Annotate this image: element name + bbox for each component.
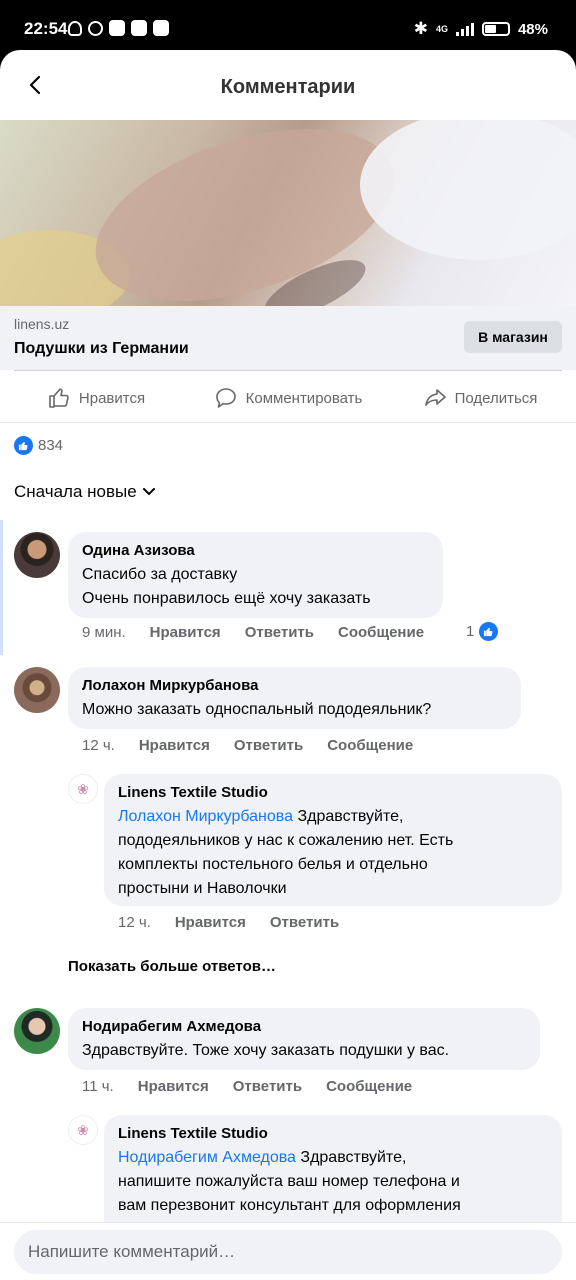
bluetooth-icon: ✱ (413, 19, 428, 38)
comment-composer-bar: Напишите комментарий… (0, 1222, 576, 1280)
comment-bubble: Одина Азизова Спасибо за доставку Очень … (68, 532, 443, 618)
system-icons: ✱ 4G 48% (414, 19, 548, 39)
reply-text: пододеяльников у нас к сожалению нет. Ес… (118, 832, 454, 849)
reply-author[interactable]: Linens Textile Studio (118, 1124, 548, 1144)
reply-bubble: Linens Textile Studio Лолахон Миркурбано… (104, 774, 562, 906)
reply-text: простыни и Наволочки (118, 880, 287, 897)
comment-reactions[interactable]: 1 (466, 622, 499, 641)
comment-text: Спасибо за доставку (82, 566, 238, 583)
comment-message-button[interactable]: Сообщение (326, 1078, 412, 1095)
network-type: 4G (435, 23, 448, 34)
reply-text: вам перезвонит консультант для оформлени… (118, 1197, 461, 1214)
page-avatar[interactable]: ❀ (68, 1115, 98, 1145)
reply-reply-button[interactable]: Ответить (270, 914, 339, 931)
comment-text: Можно заказать односпальный пододеяльник… (82, 701, 432, 718)
reply-like-button[interactable]: Нравится (175, 914, 246, 931)
comment-icon (215, 388, 236, 408)
comment-label: Комментировать (245, 389, 363, 407)
linens-logo-icon: ❀ (77, 1121, 89, 1138)
like-button[interactable]: Нравится (0, 372, 192, 424)
comment-like-button[interactable]: Нравится (139, 737, 210, 754)
comment-reaction-count: 1 (466, 623, 475, 640)
muted-bell-icon (68, 20, 82, 36)
show-more-replies-link[interactable]: Показать больше ответов… (68, 958, 276, 975)
avatar[interactable] (14, 1008, 60, 1054)
mention-link[interactable]: Лолахон Миркурбанова (118, 808, 293, 825)
reply-text: Лолахон Миркурбанова Здравствуйте, (118, 808, 404, 825)
share-icon (424, 389, 446, 406)
reaction-count: 834 (38, 437, 64, 454)
link-title: Подушки из Германии (14, 340, 189, 357)
comment-meta: 9 мин. Нравится Ответить Сообщение (82, 624, 424, 641)
reply-text: Нодирабегим Ахмедова Здравствуйте, (118, 1149, 407, 1166)
reply-author[interactable]: Linens Textile Studio (118, 783, 548, 803)
comment-bubble: Нодирабегим Ахмедова Здравствуйте. Тоже … (68, 1008, 540, 1070)
comments-screen: Комментарии linens.uz Подушки из Германи… (0, 50, 576, 1280)
linens-logo-icon: ❀ (77, 780, 89, 797)
telegram-icon (131, 20, 147, 36)
comment-like-button[interactable]: Нравится (150, 624, 221, 641)
chevron-down-icon (142, 488, 155, 496)
comment-message-button[interactable]: Сообщение (338, 624, 424, 641)
sort-dropdown[interactable]: Сначала новые (14, 482, 155, 502)
app-notification-icon (153, 20, 169, 36)
reply-meta: 12 ч. Нравится Ответить (118, 914, 339, 931)
like-reaction-icon (14, 436, 33, 455)
share-button[interactable]: Поделиться (384, 372, 576, 424)
status-time: 22:54 (24, 19, 68, 38)
divider (0, 422, 576, 423)
comment-author[interactable]: Одина Азизова (82, 541, 429, 561)
comment-reply-button[interactable]: Ответить (234, 737, 303, 754)
comment-reply-button[interactable]: Ответить (233, 1078, 302, 1095)
comment-input[interactable]: Напишите комментарий… (14, 1230, 562, 1274)
comment-author[interactable]: Нодирабегим Ахмедова (82, 1017, 526, 1037)
page-avatar[interactable]: ❀ (68, 774, 98, 804)
avatar[interactable] (14, 667, 60, 713)
post-video[interactable] (0, 120, 576, 306)
avatar[interactable] (14, 532, 60, 578)
thumbs-up-icon (49, 388, 69, 408)
comment-time: 9 мин. (82, 624, 126, 641)
reply-text: напишите пожалуйста ваш номер телефона и (118, 1173, 460, 1190)
battery-icon (481, 22, 510, 36)
reply-text: комплекты постельного белья и отдельно (118, 856, 428, 873)
sort-label: Сначала новые (14, 482, 137, 501)
page-title: Комментарии (220, 76, 356, 98)
link-domain: linens.uz (14, 316, 70, 332)
reply-time: 12 ч. (118, 914, 151, 931)
post-actions: Нравится Комментировать Поделиться (0, 372, 576, 424)
comment-message-button[interactable]: Сообщение (327, 737, 413, 754)
comment-author[interactable]: Лолахон Миркурбанова (82, 676, 507, 696)
header: Комментарии (0, 50, 576, 122)
comment-meta: 12 ч. Нравится Ответить Сообщение (82, 737, 413, 754)
comment-like-button[interactable]: Нравится (138, 1078, 209, 1095)
notification-icons (68, 20, 169, 36)
mention-link[interactable]: Нодирабегим Ахмедова (118, 1149, 296, 1166)
new-comment-indicator (0, 520, 3, 655)
comment-time: 11 ч. (82, 1078, 114, 1095)
status-bar: 22:54 ✱ 4G 48% (0, 0, 576, 56)
comment-reply-button[interactable]: Ответить (245, 624, 314, 641)
shop-now-button[interactable]: В магазин (464, 321, 562, 353)
share-label: Поделиться (454, 389, 538, 407)
like-reaction-icon (479, 622, 499, 641)
battery-percent: 48% (517, 20, 548, 38)
alarm-icon (88, 20, 103, 36)
comment-time: 12 ч. (82, 737, 115, 754)
comment-text: Очень понравилось ещё хочу заказать (82, 590, 371, 607)
like-label: Нравится (78, 389, 146, 407)
signal-icon (455, 22, 474, 36)
comment-bubble: Лолахон Миркурбанова Можно заказать одно… (68, 667, 521, 729)
comment-meta: 11 ч. Нравится Ответить Сообщение (82, 1078, 412, 1095)
reactions-summary[interactable]: 834 (14, 436, 63, 455)
link-preview[interactable]: linens.uz Подушки из Германии В магазин (0, 306, 576, 370)
comment-button[interactable]: Комментировать (192, 372, 384, 424)
divider (14, 370, 562, 371)
comment-text: Здравствуйте. Тоже хочу заказать подушки… (82, 1042, 450, 1059)
telegram-icon (109, 20, 125, 36)
